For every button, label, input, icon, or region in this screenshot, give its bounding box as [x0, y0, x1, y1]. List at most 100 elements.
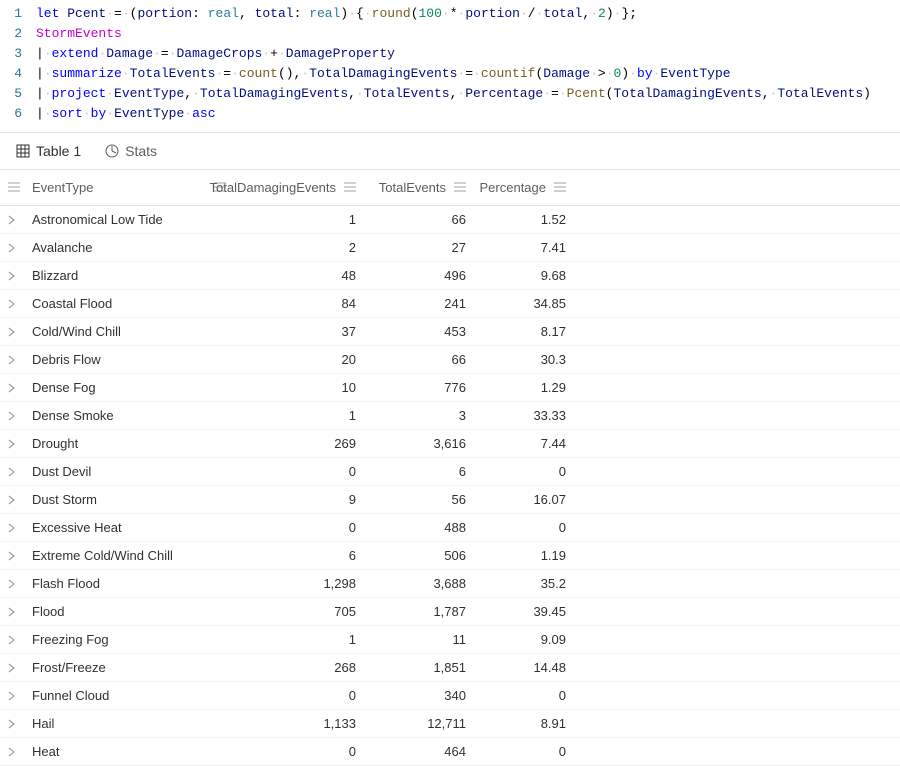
- code-content[interactable]: |·sort·by·EventType·asc: [36, 104, 216, 124]
- table-row[interactable]: Coastal Flood8424134.85: [0, 290, 900, 318]
- cell-percentage: 7.41: [474, 234, 574, 261]
- expand-row-toggle[interactable]: [0, 402, 24, 429]
- header-eventtype-label: EventType: [32, 180, 93, 195]
- expand-row-toggle[interactable]: [0, 458, 24, 485]
- cell-eventtype: Coastal Flood: [24, 290, 234, 317]
- code-content[interactable]: |·summarize·TotalEvents·=·count(),·Total…: [36, 64, 731, 84]
- expand-row-toggle[interactable]: [0, 570, 24, 597]
- table-row[interactable]: Excessive Heat04880: [0, 514, 900, 542]
- table-row[interactable]: Dust Devil060: [0, 458, 900, 486]
- editor-line[interactable]: 4|·summarize·TotalEvents·=·count(),·Tota…: [0, 64, 900, 84]
- grid-header: EventType TotalDamagingEvents TotalEvent…: [0, 170, 900, 206]
- line-number: 3: [0, 44, 36, 64]
- cell-eventtype: Excessive Heat: [24, 514, 234, 541]
- expand-row-toggle[interactable]: [0, 682, 24, 709]
- expand-row-toggle[interactable]: [0, 598, 24, 625]
- cell-totaldamaging: 1,133: [234, 710, 364, 737]
- table-row[interactable]: Astronomical Low Tide1661.52: [0, 206, 900, 234]
- expand-row-toggle[interactable]: [0, 486, 24, 513]
- cell-totalevents: 506: [364, 542, 474, 569]
- line-number: 4: [0, 64, 36, 84]
- cell-totalevents: 27: [364, 234, 474, 261]
- table-row[interactable]: Frost/Freeze2681,85114.48: [0, 654, 900, 682]
- tab-stats[interactable]: Stats: [105, 143, 157, 159]
- query-editor[interactable]: 1let Pcent·=·(portion: real, total: real…: [0, 0, 900, 133]
- table-row[interactable]: Drought2693,6167.44: [0, 430, 900, 458]
- cell-eventtype: Funnel Cloud: [24, 682, 234, 709]
- expand-row-toggle[interactable]: [0, 234, 24, 261]
- editor-line[interactable]: 2StormEvents: [0, 24, 900, 44]
- tab-table-label: Table 1: [36, 143, 81, 159]
- cell-totaldamaging: 268: [234, 654, 364, 681]
- expand-row-toggle[interactable]: [0, 430, 24, 457]
- expand-row-toggle[interactable]: [0, 738, 24, 765]
- header-totalevents[interactable]: TotalEvents: [364, 170, 474, 205]
- editor-line[interactable]: 6|·sort·by·EventType·asc: [0, 104, 900, 124]
- expand-row-toggle[interactable]: [0, 262, 24, 289]
- table-row[interactable]: Flash Flood1,2983,68835.2: [0, 570, 900, 598]
- table-row[interactable]: Freezing Fog1119.09: [0, 626, 900, 654]
- table-row[interactable]: Dense Fog107761.29: [0, 374, 900, 402]
- cell-totalevents: 464: [364, 738, 474, 765]
- cell-totaldamaging: 84: [234, 290, 364, 317]
- cell-totalevents: 241: [364, 290, 474, 317]
- table-row[interactable]: Flood7051,78739.45: [0, 598, 900, 626]
- cell-percentage: 14.48: [474, 654, 574, 681]
- table-row[interactable]: Dust Storm95616.07: [0, 486, 900, 514]
- cell-eventtype: Dust Devil: [24, 458, 234, 485]
- code-content[interactable]: let Pcent·=·(portion: real, total: real)…: [36, 4, 637, 24]
- tab-table[interactable]: Table 1: [16, 143, 81, 159]
- cell-totaldamaging: 20: [234, 346, 364, 373]
- code-content[interactable]: StormEvents: [36, 24, 122, 44]
- cell-eventtype: Cold/Wind Chill: [24, 318, 234, 345]
- expand-row-toggle[interactable]: [0, 626, 24, 653]
- expand-row-toggle[interactable]: [0, 206, 24, 233]
- code-content[interactable]: |·extend·Damage·=·DamageCrops·+·DamagePr…: [36, 44, 395, 64]
- results-grid: EventType TotalDamagingEvents TotalEvent…: [0, 170, 900, 766]
- expand-row-toggle[interactable]: [0, 318, 24, 345]
- expand-row-toggle[interactable]: [0, 514, 24, 541]
- result-tabs: Table 1 Stats: [0, 133, 900, 170]
- editor-line[interactable]: 3|·extend·Damage·=·DamageCrops·+·DamageP…: [0, 44, 900, 64]
- expand-row-toggle[interactable]: [0, 290, 24, 317]
- menu-icon[interactable]: [8, 180, 20, 195]
- table-row[interactable]: Dense Smoke1333.33: [0, 402, 900, 430]
- table-row[interactable]: Heat04640: [0, 738, 900, 766]
- table-row[interactable]: Avalanche2277.41: [0, 234, 900, 262]
- menu-icon[interactable]: [344, 180, 356, 195]
- expand-row-toggle[interactable]: [0, 710, 24, 737]
- expand-row-toggle[interactable]: [0, 346, 24, 373]
- cell-eventtype: Astronomical Low Tide: [24, 206, 234, 233]
- cell-eventtype: Debris Flow: [24, 346, 234, 373]
- header-totaldamaging[interactable]: TotalDamagingEvents: [234, 170, 364, 205]
- tab-stats-label: Stats: [125, 143, 157, 159]
- table-row[interactable]: Cold/Wind Chill374538.17: [0, 318, 900, 346]
- cell-totalevents: 12,711: [364, 710, 474, 737]
- editor-line[interactable]: 1let Pcent·=·(portion: real, total: real…: [0, 4, 900, 24]
- table-row[interactable]: Extreme Cold/Wind Chill65061.19: [0, 542, 900, 570]
- menu-icon[interactable]: [454, 180, 466, 195]
- menu-icon[interactable]: [554, 180, 566, 195]
- code-content[interactable]: |·project·EventType,·TotalDamagingEvents…: [36, 84, 871, 104]
- header-eventtype[interactable]: EventType: [24, 170, 234, 205]
- table-row[interactable]: Hail1,13312,7118.91: [0, 710, 900, 738]
- cell-percentage: 7.44: [474, 430, 574, 457]
- expand-row-toggle[interactable]: [0, 374, 24, 401]
- cell-eventtype: Flash Flood: [24, 570, 234, 597]
- editor-line[interactable]: 5|·project·EventType,·TotalDamagingEvent…: [0, 84, 900, 104]
- expand-row-toggle[interactable]: [0, 654, 24, 681]
- header-expand-col: [0, 170, 24, 205]
- cell-totaldamaging: 0: [234, 682, 364, 709]
- cell-totalevents: 66: [364, 206, 474, 233]
- expand-row-toggle[interactable]: [0, 542, 24, 569]
- cell-percentage: 0: [474, 682, 574, 709]
- cell-totaldamaging: 2: [234, 234, 364, 261]
- table-row[interactable]: Funnel Cloud03400: [0, 682, 900, 710]
- header-totalevents-label: TotalEvents: [379, 180, 446, 195]
- cell-percentage: 8.91: [474, 710, 574, 737]
- line-number: 2: [0, 24, 36, 44]
- table-row[interactable]: Debris Flow206630.3: [0, 346, 900, 374]
- header-percentage[interactable]: Percentage: [474, 170, 574, 205]
- table-row[interactable]: Blizzard484969.68: [0, 262, 900, 290]
- cell-totaldamaging: 269: [234, 430, 364, 457]
